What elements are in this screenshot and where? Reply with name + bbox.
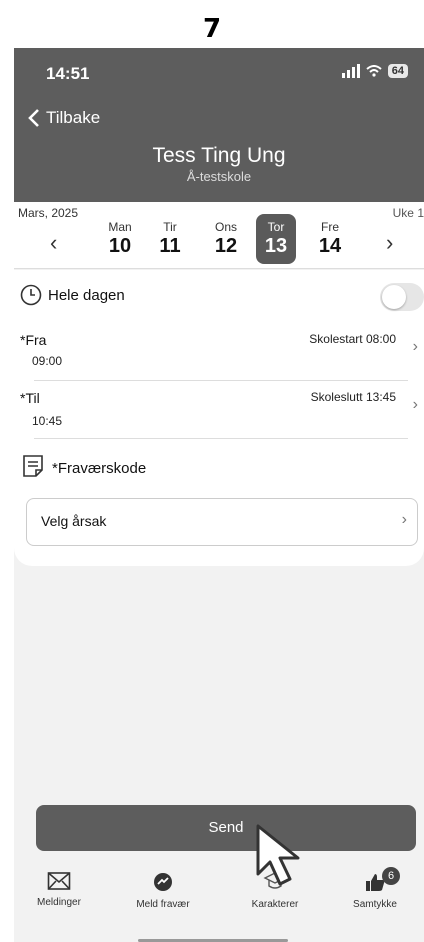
back-button[interactable]: Tilbake <box>28 108 100 128</box>
back-label: Tilbake <box>46 108 101 127</box>
school-start-hint: Skolestart 08:00 <box>309 332 396 346</box>
day-name: Ons <box>214 220 237 234</box>
all-day-label: Hele dagen <box>48 287 125 304</box>
from-label: *Fra <box>20 332 47 348</box>
cellular-signal-icon <box>341 64 360 78</box>
absence-code-label: *Fraværskode <box>52 460 147 477</box>
status-icons: 64 <box>341 64 408 78</box>
day-name: Fre <box>321 220 339 234</box>
tab-label: Meldinger <box>37 897 81 908</box>
tab-meld-fravaer[interactable]: Meld fravær <box>118 871 208 910</box>
absence-form: Hele dagen *Fra 09:00 Skolestart 08:00 ›… <box>14 270 424 566</box>
day-name: Man <box>108 220 132 234</box>
battery-icon: 64 <box>387 64 408 78</box>
bottom-tab-bar: Meldinger Meld fravær Karakterer 6 Samty… <box>14 863 424 942</box>
app-header: 14:51 64 Tilbake Tess Ting Ung Å-testsko… <box>14 48 424 202</box>
chevron-right-icon: › <box>401 511 407 528</box>
chevron-right-icon: › <box>412 396 418 413</box>
clock-icon <box>20 284 42 306</box>
school-end-hint: Skoleslutt 13:45 <box>310 390 396 404</box>
day-date: 10 <box>108 235 132 257</box>
all-day-toggle[interactable] <box>380 283 424 311</box>
tab-label: Samtykke <box>353 899 397 910</box>
day-name: Tor <box>267 220 285 234</box>
mouse-pointer-icon <box>256 824 300 886</box>
day-thu-selected[interactable]: Tor 13 <box>256 214 296 264</box>
day-date: 11 <box>159 235 181 257</box>
day-mon[interactable]: Man 10 <box>100 220 140 258</box>
day-date: 12 <box>214 235 238 257</box>
send-button[interactable]: Send <box>36 805 416 851</box>
week-number: Uke 1 <box>392 206 424 220</box>
student-name: Tess Ting Ung <box>152 144 286 167</box>
chevron-left-icon <box>28 109 39 127</box>
wifi-icon <box>366 65 382 77</box>
phone-screen: 14:51 64 Tilbake Tess Ting Ung Å-testsko… <box>14 48 424 942</box>
prev-week-button[interactable]: ‹ <box>50 230 57 256</box>
divider <box>34 438 408 439</box>
to-label: *Til <box>20 390 40 406</box>
school-name: Å-testskole <box>186 169 252 184</box>
next-week-button[interactable]: › <box>386 230 393 256</box>
tab-label: Karakterer <box>251 899 299 910</box>
samtykke-badge: 6 <box>382 867 400 885</box>
tab-meldinger[interactable]: Meldinger <box>14 871 104 908</box>
day-name: Tir <box>163 220 177 234</box>
week-selector: Mars, 2025 Uke 1 ‹ Man 10 Tir 11 Ons 12 … <box>14 202 424 269</box>
month-label: Mars, 2025 <box>18 206 79 220</box>
day-tue[interactable]: Tir 11 <box>150 220 190 258</box>
envelope-icon <box>47 872 71 890</box>
day-fri[interactable]: Fre 14 <box>310 220 350 258</box>
divider <box>34 380 408 381</box>
step-number: 7 <box>202 14 222 44</box>
report-absence-icon <box>154 873 172 891</box>
note-icon <box>23 455 43 477</box>
day-date: 14 <box>318 235 342 257</box>
day-date: 13 <box>264 235 288 257</box>
day-wed[interactable]: Ons 12 <box>206 220 246 258</box>
tab-label: Meld fravær <box>136 899 190 910</box>
reason-select[interactable]: Velg årsak › <box>26 498 418 546</box>
chevron-right-icon: › <box>412 338 418 355</box>
reason-placeholder: Velg årsak <box>41 513 107 529</box>
to-time-value: 10:45 <box>32 414 63 428</box>
tab-samtykke[interactable]: 6 Samtykke <box>330 867 420 910</box>
toggle-knob <box>382 285 406 309</box>
status-time: 14:51 <box>46 64 90 83</box>
from-time-value: 09:00 <box>32 354 63 368</box>
